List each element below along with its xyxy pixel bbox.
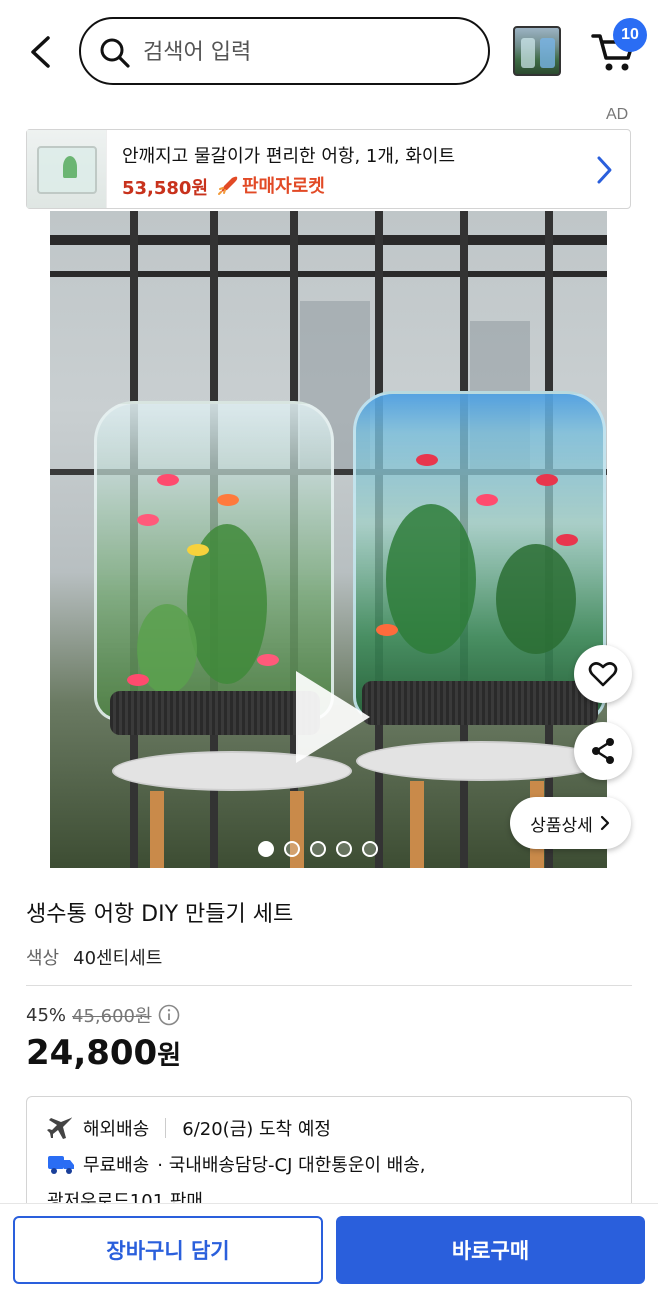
option-row[interactable]: 색상 40센티세트 — [26, 944, 162, 970]
ad-label: AD — [606, 106, 629, 123]
pagination-dot[interactable] — [336, 841, 352, 857]
ad-title: 안깨지고 물갈이가 편리한 어항, 1개, 화이트 — [122, 146, 456, 167]
image-pagination-dots — [258, 841, 378, 857]
arrival-date: 6/20(금) 도착 예정 — [182, 1119, 331, 1140]
shipping-type: 해외배송 — [83, 1119, 150, 1140]
pagination-dot[interactable] — [258, 841, 274, 857]
share-button[interactable] — [574, 722, 632, 780]
share-icon — [592, 738, 614, 764]
option-label: 색상 — [26, 948, 60, 969]
search-icon — [100, 38, 130, 68]
back-arrow-icon — [31, 36, 50, 68]
ad-price: 53,580원 — [122, 178, 209, 199]
top-header: 10 — [0, 0, 658, 110]
info-icon[interactable] — [158, 1004, 180, 1026]
original-price: 45,600원 — [72, 1006, 152, 1027]
search-input[interactable] — [143, 27, 473, 77]
sale-price: 24,800원 — [26, 1033, 181, 1073]
thumbnail-image — [521, 38, 535, 68]
discount-row: 45% 45,600원 — [26, 1002, 180, 1028]
separator — [165, 1118, 167, 1138]
airplane-icon — [47, 1117, 72, 1139]
video-play-icon[interactable] — [296, 671, 370, 763]
chevron-right-icon — [597, 156, 612, 184]
ad-badge-label: 판매자로켓 — [242, 176, 325, 197]
option-value: 40센티세트 — [73, 948, 163, 969]
ad-banner[interactable]: 안깨지고 물갈이가 편리한 어항, 1개, 화이트 53,580원 판매자로켓 — [26, 129, 631, 209]
cart-count-badge: 10 — [613, 18, 647, 52]
wishlist-button[interactable] — [574, 645, 632, 703]
discount-rate: 45% — [26, 1004, 67, 1026]
heart-icon — [588, 662, 618, 687]
pagination-dot[interactable] — [310, 841, 326, 857]
back-button[interactable] — [22, 30, 58, 74]
right-tank — [353, 391, 606, 721]
shipping-row: 해외배송 6/20(금) 도착 예정 — [47, 1115, 331, 1141]
rocket-icon — [218, 176, 238, 195]
product-detail-label: 상품상세 — [530, 815, 593, 836]
chevron-right-icon — [600, 815, 609, 831]
pagination-dot[interactable] — [362, 841, 378, 857]
sale-price-number: 24,800 — [26, 1033, 158, 1073]
shipping-detail-row: 무료배송 · 국내배송담당-CJ 대한통운이 배송, — [47, 1151, 426, 1177]
ad-product-image — [27, 130, 107, 208]
buy-now-button[interactable]: 바로구매 — [336, 1216, 645, 1284]
product-thumbnail-button[interactable] — [513, 26, 561, 76]
truck-icon — [48, 1156, 74, 1174]
product-title: 생수통 어항 DIY 만들기 세트 — [26, 902, 294, 927]
product-main-image[interactable] — [50, 211, 607, 868]
pagination-dot[interactable] — [284, 841, 300, 857]
free-shipping-label: 무료배송 — [83, 1155, 150, 1176]
add-to-cart-button[interactable]: 장바구니 담기 — [13, 1216, 323, 1284]
divider — [26, 985, 632, 986]
shipping-info-box: 해외배송 6/20(금) 도착 예정 무료배송 · 국내배송담당-CJ 대한통운… — [26, 1096, 632, 1216]
ad-seller-rocket-badge: 판매자로켓 — [217, 172, 325, 198]
sale-price-unit: 원 — [157, 1041, 182, 1071]
courier-text: · 국내배송담당-CJ 대한통운이 배송, — [157, 1155, 426, 1176]
product-detail-button[interactable]: 상품상세 — [510, 797, 631, 849]
search-bar[interactable] — [79, 17, 490, 85]
bottom-action-bar: 장바구니 담기 바로구매 — [0, 1203, 658, 1297]
